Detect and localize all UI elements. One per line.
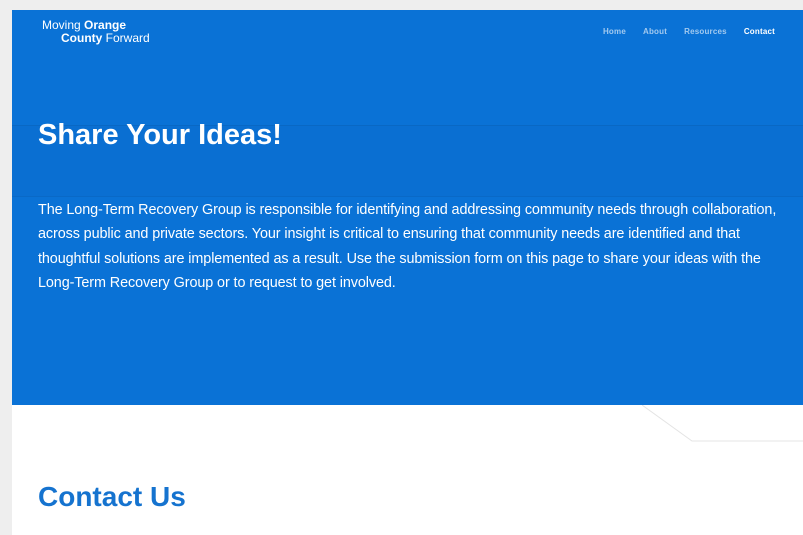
hero-description: The Long-Term Recovery Group is responsi… [38,202,777,292]
site-logo[interactable]: Moving Orange County Forward [42,19,150,45]
nav-about[interactable]: About [643,27,667,36]
nav-home[interactable]: Home [603,27,626,36]
logo-orange: Orange [84,18,127,32]
logo-forward: Forward [102,31,150,45]
nav-contact[interactable]: Contact [744,27,775,36]
hero-title: Share Your Ideas! [38,119,282,151]
decorative-divider-shape [642,405,803,442]
logo-moving: Moving [42,18,85,32]
nav-resources[interactable]: Resources [684,27,727,36]
contact-heading: Contact Us [38,481,186,512]
logo-county: County [61,31,103,45]
hero-section: Moving Orange County Forward Home About … [12,10,803,405]
main-nav: Home About Resources Contact [603,27,775,36]
logo-line-2: County Forward [42,32,150,45]
page: Moving Orange County Forward Home About … [12,10,803,535]
